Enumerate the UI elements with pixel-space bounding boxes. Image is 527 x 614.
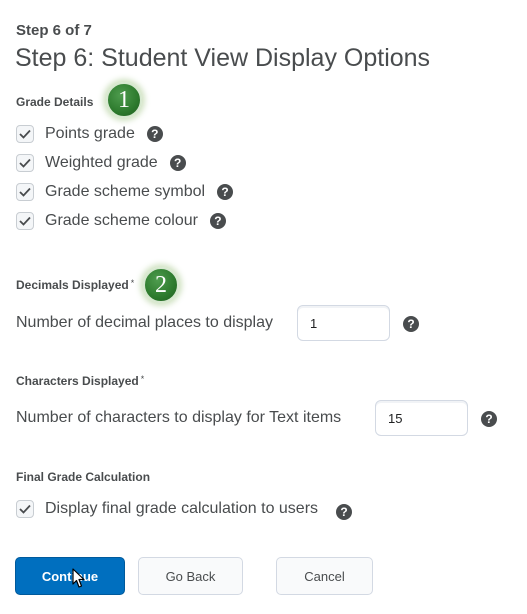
weighted-grade-option[interactable]: Weighted grade ? (16, 152, 186, 174)
question-circle-icon[interactable]: ? (209, 213, 226, 229)
page-title: Step 6: Student View Display Options (15, 44, 431, 72)
checkmark-icon (19, 504, 31, 514)
question-circle-icon[interactable]: ? (217, 184, 234, 200)
question-circle-icon[interactable]: ? (169, 155, 186, 171)
question-circle-icon[interactable]: ? (403, 316, 419, 332)
question-circle-icon[interactable]: ? (146, 126, 163, 142)
cancel-button[interactable]: Cancel (276, 557, 373, 595)
final-grade-calculation-label: Final Grade Calculation (16, 470, 151, 484)
grade-scheme-symbol-option[interactable]: Grade scheme symbol ? (16, 181, 234, 203)
points-grade-label: Points grade (45, 125, 135, 142)
grade-scheme-colour-checkbox[interactable] (16, 212, 34, 230)
display-final-grade-label: Display final grade calculation to users (45, 500, 319, 517)
mouse-pointer-icon (72, 568, 85, 588)
points-grade-checkbox[interactable] (16, 125, 34, 143)
required-mark: * (130, 278, 135, 288)
display-final-grade-checkbox[interactable] (16, 500, 34, 518)
points-grade-option[interactable]: Points grade ? (16, 123, 163, 145)
step-counter: Step 6 of 7 (16, 22, 92, 39)
required-mark: * (140, 374, 145, 384)
characters-displayed-label: Characters Displayed * (16, 374, 145, 388)
callout-badge-2: 2 (143, 267, 179, 303)
question-circle-icon[interactable]: ? (481, 411, 497, 427)
checkmark-icon (19, 216, 31, 226)
characters-count-input[interactable] (375, 400, 468, 436)
grade-details-label: Grade Details (16, 95, 94, 109)
weighted-grade-checkbox[interactable] (16, 154, 34, 172)
decimal-places-label: Number of decimal places to display (16, 314, 274, 331)
question-circle-icon[interactable]: ? (336, 504, 353, 520)
grade-scheme-symbol-label: Grade scheme symbol (45, 183, 206, 200)
checkmark-icon (19, 187, 31, 197)
checkmark-icon (19, 129, 31, 139)
grade-scheme-colour-option[interactable]: Grade scheme colour ? (16, 210, 226, 232)
grade-scheme-colour-label: Grade scheme colour (45, 212, 198, 229)
continue-button[interactable]: Continue (15, 557, 125, 595)
weighted-grade-label: Weighted grade (45, 154, 158, 171)
callout-badge-1: 1 (106, 82, 142, 118)
checkmark-icon (19, 158, 31, 168)
characters-count-label: Number of characters to display for Text… (16, 409, 342, 426)
decimals-displayed-label: Decimals Displayed * (16, 278, 135, 292)
display-final-grade-option[interactable]: Display final grade calculation to users… (16, 498, 353, 520)
go-back-button[interactable]: Go Back (138, 557, 243, 595)
grade-scheme-symbol-checkbox[interactable] (16, 183, 34, 201)
decimal-places-input[interactable] (297, 305, 390, 341)
